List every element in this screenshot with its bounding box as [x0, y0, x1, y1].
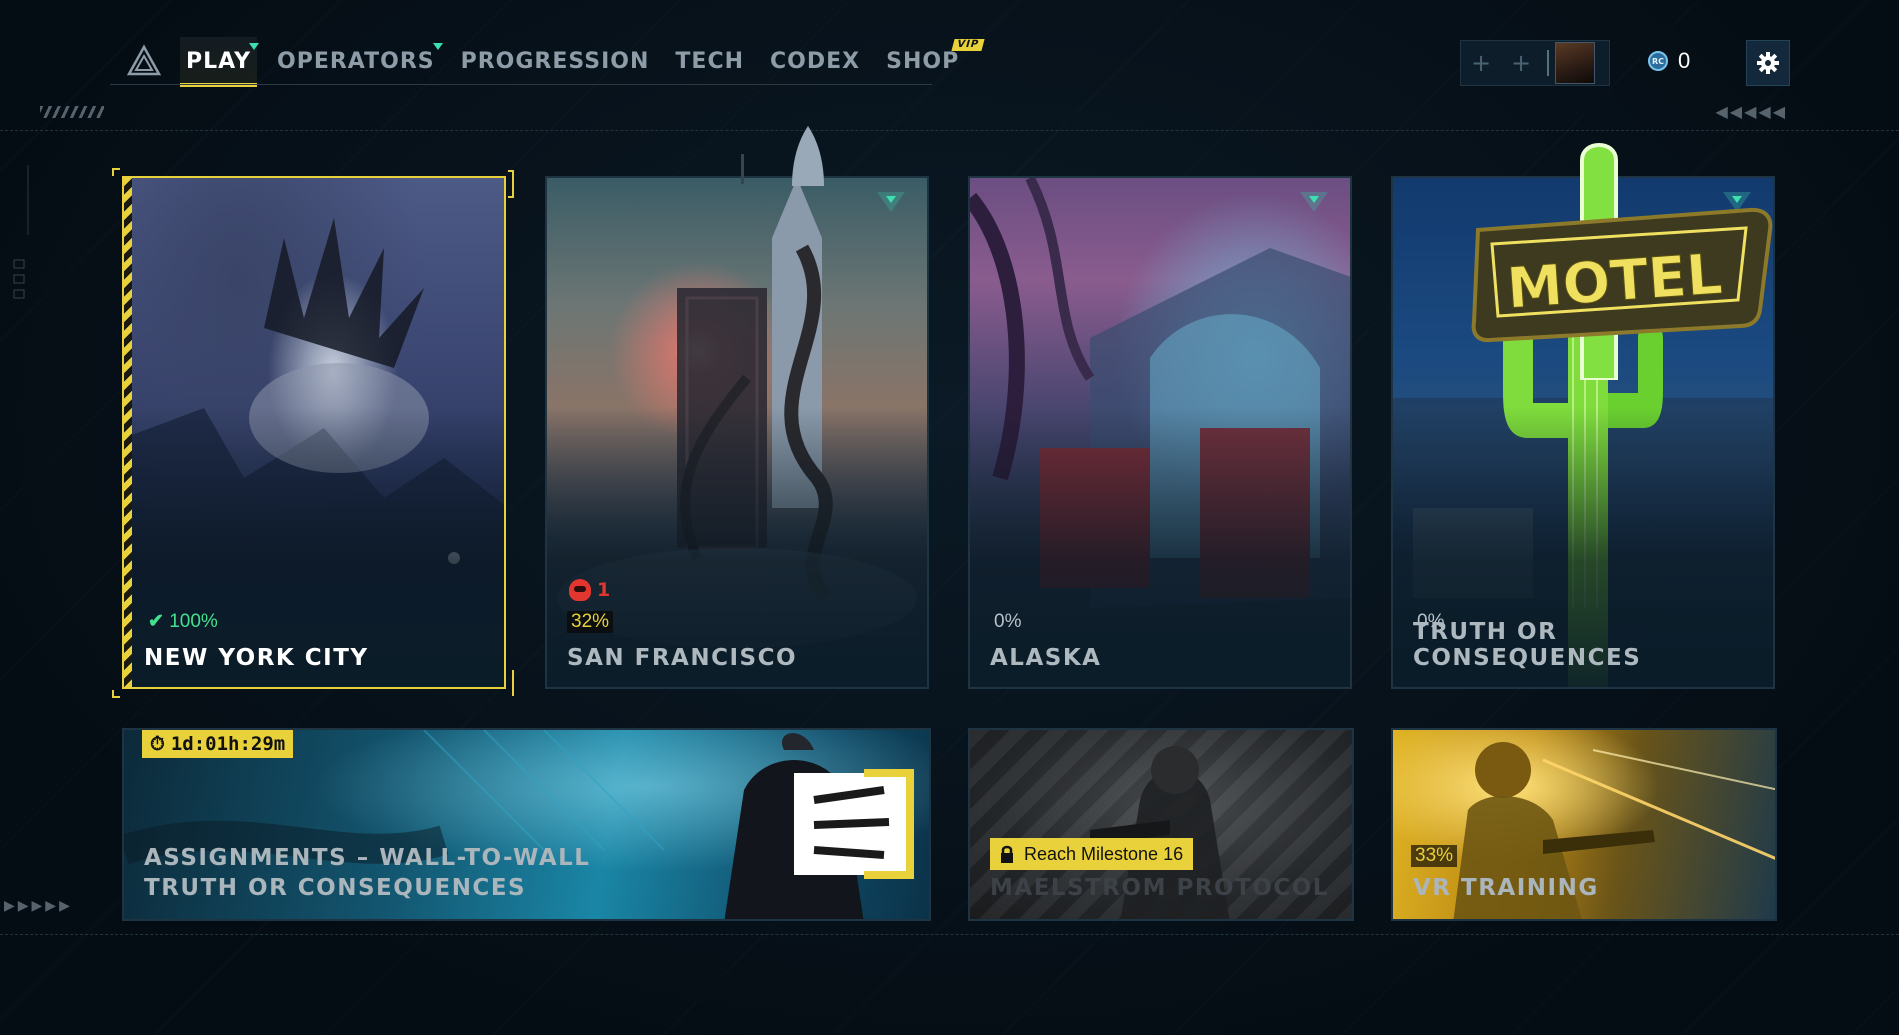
map-progress: 0%: [994, 611, 1022, 632]
map-progress: 32%: [567, 611, 614, 633]
squad-panel: + +: [1460, 40, 1610, 86]
tab-play[interactable]: PLAY: [180, 37, 259, 87]
gear-icon: [1757, 52, 1779, 74]
timer-value: 1d:01h:29m: [170, 733, 286, 755]
selection-corner: [112, 690, 120, 698]
hud-arrows-icon: ◀◀◀◀◀: [1715, 102, 1787, 121]
assignments-card[interactable]: ⏱ 1d:01h:29m ASSIGNMENTS – WALL-TO-WALL …: [122, 728, 931, 921]
tab-label: SHOP: [886, 48, 960, 74]
stopwatch-icon: ⏱: [150, 733, 165, 755]
notification-triangle-icon: [249, 43, 259, 50]
game-logo-icon[interactable]: [126, 43, 162, 79]
event-timer: ⏱ 1d:01h:29m: [142, 730, 294, 758]
main-nav: PLAY OPERATORS PROGRESSION TECH CODEX SH…: [110, 36, 985, 87]
hud-divider-top: [0, 130, 1899, 131]
tab-label: CODEX: [770, 48, 861, 74]
map-title: NEW YORK CITY: [144, 645, 369, 671]
threat-indicator: 1: [569, 579, 610, 601]
vr-training-title: VR TRAINING: [1413, 875, 1599, 901]
lock-icon: [1001, 845, 1013, 863]
antenna-decoration: [741, 154, 744, 184]
map-title: TRUTH OR CONSEQUENCES: [1413, 619, 1642, 671]
tab-label: PROGRESSION: [460, 48, 650, 74]
motel-sign-decoration: MOTEL: [1471, 143, 1773, 380]
squad-separator: [1547, 50, 1549, 76]
selection-corner: [112, 168, 120, 176]
new-content-triangle-icon: [877, 192, 905, 212]
gas-mask-icon: [569, 579, 591, 601]
tab-shop[interactable]: SHOP VIP: [880, 37, 985, 85]
new-content-triangle-icon: [1300, 192, 1328, 212]
hud-divider-bottom: [0, 934, 1899, 935]
map-card-alaska[interactable]: 0% ALASKA: [968, 176, 1352, 689]
tab-label: OPERATORS: [277, 48, 435, 74]
check-icon: ✔: [148, 611, 164, 632]
currency-value: 0: [1678, 48, 1691, 73]
tab-operators[interactable]: OPERATORS: [271, 37, 443, 85]
vr-training-card[interactable]: 33% VR TRAINING: [1391, 728, 1777, 921]
maelstrom-title: MAELSTROM PROTOCOL: [990, 875, 1329, 901]
tab-codex[interactable]: CODEX: [764, 37, 866, 85]
player-avatar[interactable]: [1555, 42, 1595, 84]
notification-triangle-icon: [432, 43, 443, 50]
vr-training-progress: 33%: [1411, 845, 1458, 867]
currency-display: RC 0: [1648, 48, 1690, 74]
assignments-title-line-1: ASSIGNMENTS – WALL-TO-WALL: [144, 845, 591, 871]
locked-milestone-badge: Reach Milestone 16: [990, 838, 1194, 870]
map-progress-value: 100%: [169, 611, 218, 632]
settings-button[interactable]: [1746, 40, 1790, 86]
tab-label: TECH: [675, 48, 744, 74]
hud-side-decoration: [13, 165, 29, 299]
threat-count: 1: [597, 579, 611, 601]
tab-label: PLAY: [186, 48, 251, 74]
map-card-san-francisco[interactable]: 1 32% SAN FRANCISCO: [545, 176, 929, 689]
vip-badge: VIP: [951, 39, 985, 51]
assignments-title: ASSIGNMENTS – WALL-TO-WALL TRUTH OR CONS…: [144, 843, 590, 903]
tab-progression[interactable]: PROGRESSION: [455, 37, 656, 85]
invite-squad-slot-button[interactable]: +: [1461, 41, 1501, 85]
maelstrom-protocol-card[interactable]: Reach Milestone 16 MAELSTROM PROTOCOL: [968, 728, 1354, 921]
map-title: ALASKA: [990, 645, 1102, 671]
invite-squad-slot-button[interactable]: +: [1501, 41, 1541, 85]
map-progress: ✔ 100%: [144, 610, 222, 633]
selection-corner: [508, 170, 514, 198]
rocket-nose-decoration: [792, 126, 824, 186]
rc-currency-icon: RC: [1648, 51, 1668, 71]
assignments-title-line-2: TRUTH OR CONSEQUENCES: [144, 875, 527, 901]
selection-corner: [512, 670, 514, 696]
tab-tech[interactable]: TECH: [669, 37, 750, 85]
plus-icon: +: [1510, 49, 1532, 77]
lock-label: Reach Milestone 16: [1024, 843, 1184, 864]
plus-icon: +: [1470, 49, 1492, 77]
hud-stripes: [40, 106, 104, 118]
hud-arrows-icon: ▶▶▶▶▶: [4, 898, 73, 914]
selection-hazard-edge: [124, 178, 132, 687]
map-title: SAN FRANCISCO: [567, 645, 798, 671]
map-card-new-york-city[interactable]: ✔ 100% NEW YORK CITY: [122, 176, 506, 689]
nav-underline: [110, 84, 932, 85]
